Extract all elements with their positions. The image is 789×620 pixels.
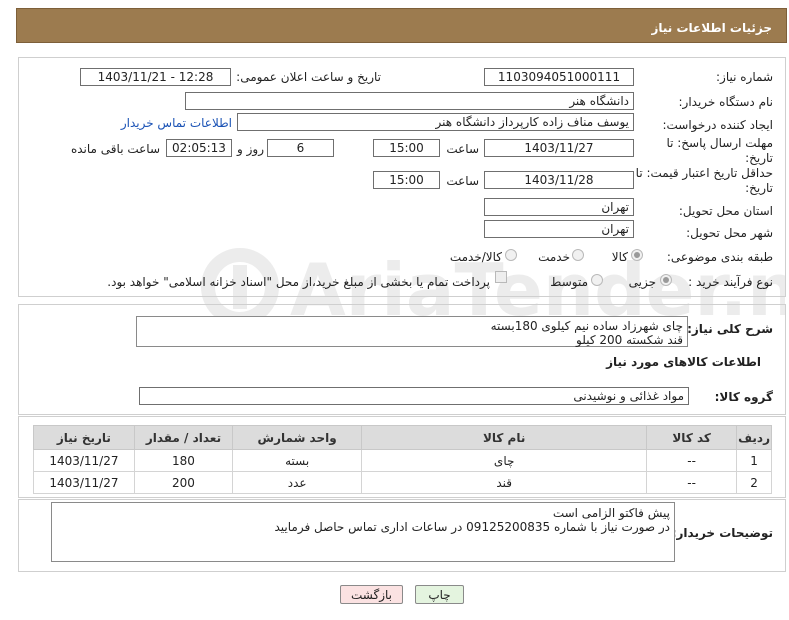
- purchase-option-minor: جزیی: [628, 275, 656, 289]
- city-label: شهر محل تحویل:: [686, 226, 773, 240]
- col-row: ردیف: [736, 425, 772, 450]
- description-line-1: چای شهرزاد ساده نیم کیلوی 180بسته: [490, 319, 683, 333]
- page-header: جزئیات اطلاعات نیاز: [16, 8, 787, 43]
- radio-icon: [591, 274, 603, 286]
- province-label: استان محل تحویل:: [678, 204, 773, 218]
- cell-quantity: 180: [133, 449, 234, 472]
- cell-item-code: --: [646, 471, 738, 494]
- announce-datetime-label: تاریخ و ساعت اعلان عمومی:: [236, 70, 381, 84]
- category-radio-goods[interactable]: [631, 249, 643, 264]
- cell-need-date: 1403/11/27: [33, 471, 135, 494]
- deadline-label: مهلت ارسال پاسخ: تا: [666, 136, 773, 150]
- city-field: تهران: [484, 220, 634, 238]
- remaining-days-label: روز و: [237, 142, 264, 156]
- col-unit: واحد شمارش: [232, 425, 363, 450]
- remaining-days-field: 6: [267, 139, 334, 157]
- validity-time-field: 15:00: [373, 171, 440, 189]
- cell-need-date: 1403/11/27: [33, 449, 135, 472]
- radio-icon: [572, 249, 584, 261]
- description-textarea[interactable]: چای شهرزاد ساده نیم کیلوی 180بسته قند شک…: [136, 316, 688, 347]
- remaining-time-label: ساعت باقی مانده: [70, 142, 160, 156]
- purchase-option-medium: متوسط: [550, 275, 588, 289]
- buyer-org-field: دانشگاه هنر: [185, 92, 634, 110]
- category-radio-service[interactable]: [572, 249, 584, 264]
- payment-checkbox[interactable]: [495, 271, 507, 283]
- category-option-service: خدمت: [538, 250, 570, 264]
- buyer-org-label: نام دستگاه خریدار:: [678, 95, 774, 109]
- goods-group-field: مواد غذائی و نوشیدنی: [139, 387, 689, 405]
- cell-item-name: چای: [361, 449, 648, 472]
- col-need-date: تاریخ نیاز: [33, 425, 135, 450]
- cell-item-name: قند: [361, 471, 648, 494]
- radio-selected-icon: [660, 274, 672, 286]
- page-title: جزئیات اطلاعات نیاز: [651, 21, 772, 35]
- deadline-time-field: 15:00: [373, 139, 440, 157]
- cell-row-number: 1: [736, 449, 772, 472]
- description-label: شرح کلی نیاز:: [687, 322, 773, 336]
- creator-field: یوسف مناف زاده کارپرداز دانشگاه هنر: [237, 113, 634, 131]
- table-header-row: تاریخ نیاز تعداد / مقدار واحد شمارش نام …: [33, 425, 772, 450]
- creator-label: ایجاد کننده درخواست:: [662, 118, 773, 132]
- col-item-code: کد کالا: [646, 425, 738, 450]
- buyer-notes-line-1: پیش فاکتو الزامی است: [552, 506, 670, 520]
- remaining-time-field: 02:05:13: [166, 139, 232, 157]
- goods-info-title: اطلاعات کالاهای مورد نیاز: [606, 355, 761, 369]
- deadline-time-label: ساعت: [446, 142, 479, 156]
- deadline-date-field: 1403/11/27: [484, 139, 634, 157]
- cell-unit: بسته: [232, 449, 363, 472]
- category-option-goods: کالا: [611, 250, 628, 264]
- need-number-field: 1103094051000111: [484, 68, 634, 86]
- radio-icon: [505, 249, 517, 261]
- purchase-type-label: نوع فرآیند خرید :: [688, 275, 773, 289]
- category-radio-goods-service[interactable]: [505, 249, 517, 264]
- buyer-notes-label: توضیحات خریدار:: [671, 526, 773, 540]
- col-item-name: نام کالا: [361, 425, 648, 450]
- cell-row-number: 2: [736, 471, 772, 494]
- buyer-contact-link[interactable]: اطلاعات تماس خریدار: [121, 116, 232, 130]
- description-line-2: قند شکسته 200 کیلو: [576, 333, 683, 347]
- radio-selected-icon: [631, 249, 643, 261]
- category-label: طبقه بندی موضوعی:: [666, 250, 773, 264]
- cell-quantity: 200: [133, 471, 234, 494]
- province-field: تهران: [484, 198, 634, 216]
- validity-date-field: 1403/11/28: [484, 171, 634, 189]
- buyer-notes-line-2: در صورت نیاز با شماره 09125200835 در ساع…: [274, 520, 670, 534]
- table-row: 1403/11/27 180 بسته چای -- 1: [33, 449, 772, 472]
- items-table: تاریخ نیاز تعداد / مقدار واحد شمارش نام …: [33, 425, 772, 494]
- goods-group-label: گروه کالا:: [714, 390, 773, 404]
- deadline-label-date: تاریخ:: [745, 151, 773, 165]
- category-option-goods-service: کالا/خدمت: [449, 250, 502, 264]
- cell-unit: عدد: [232, 471, 363, 494]
- buyer-notes-textarea[interactable]: پیش فاکتو الزامی است در صورت نیاز با شما…: [51, 502, 675, 562]
- purchase-radio-medium[interactable]: [591, 274, 603, 289]
- table-row: 1403/11/27 200 عدد قند -- 2: [33, 471, 772, 494]
- cell-item-code: --: [646, 449, 738, 472]
- print-button[interactable]: چاپ: [415, 585, 464, 604]
- validity-label: حداقل تاریخ اعتبار قیمت: تا: [635, 166, 773, 180]
- col-quantity: تعداد / مقدار: [133, 425, 234, 450]
- validity-time-label: ساعت: [446, 174, 479, 188]
- back-button[interactable]: بازگشت: [340, 585, 403, 604]
- purchase-radio-minor[interactable]: [660, 274, 672, 289]
- validity-label-date: تاریخ:: [745, 181, 773, 195]
- announce-datetime-field: 1403/11/21 - 12:28: [80, 68, 231, 86]
- payment-note: پرداخت تمام یا بخشی از مبلغ خرید،از محل …: [107, 275, 490, 289]
- need-number-label: شماره نیاز:: [716, 70, 773, 84]
